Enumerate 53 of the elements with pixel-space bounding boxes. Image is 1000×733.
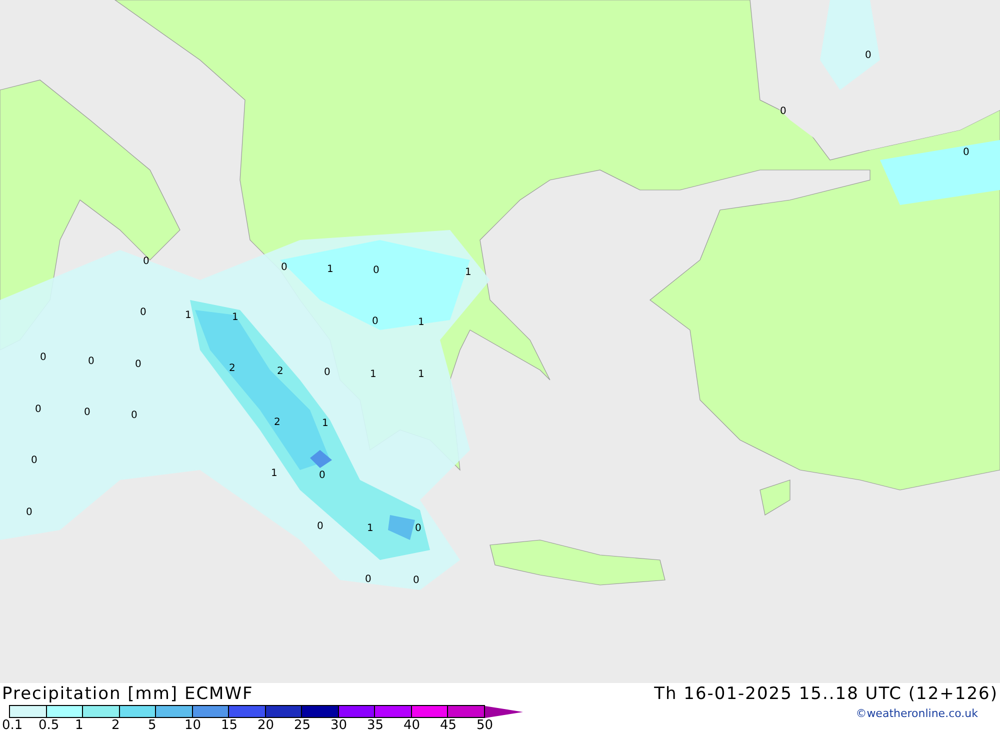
precipitation-value: 0 <box>373 264 380 278</box>
scale-label: 1 <box>75 718 84 733</box>
precipitation-value: 1 <box>327 263 334 277</box>
precipitation-value: 0 <box>365 573 372 587</box>
precipitation-value: 0 <box>35 403 42 417</box>
scale-label: 0.1 <box>2 718 24 733</box>
scale-label: 0.5 <box>38 718 60 733</box>
precipitation-value: 0 <box>131 409 138 423</box>
precipitation-value: 1 <box>322 417 328 431</box>
precipitation-value: 0 <box>413 574 420 588</box>
scale-label: 15 <box>221 718 239 733</box>
precipitation-value: 1 <box>185 309 192 323</box>
scale-label: 10 <box>184 718 202 733</box>
precipitation-value: 0 <box>40 351 46 365</box>
precipitation-value: 2 <box>277 365 284 379</box>
precipitation-value: 1 <box>367 522 374 536</box>
precipitation-value: 0 <box>140 306 146 320</box>
legend-title: Precipitation [mm] ECMWF <box>1 684 254 704</box>
precipitation-value: 0 <box>84 406 90 420</box>
precipitation-value: 0 <box>88 355 94 369</box>
scale-label: 25 <box>294 718 312 733</box>
precipitation-value: 0 <box>317 520 324 534</box>
precipitation-value: 2 <box>229 362 236 376</box>
precipitation-value: 0 <box>319 469 326 483</box>
precipitation-value: 1 <box>418 368 424 382</box>
scale-label: 40 <box>404 718 422 733</box>
scale-arrow-icon <box>484 706 522 718</box>
precipitation-value: 0 <box>415 522 422 536</box>
scale-label: 50 <box>476 718 494 733</box>
scale-label: 20 <box>258 718 276 733</box>
precipitation-value: 1 <box>271 467 278 481</box>
scale-label: 30 <box>330 718 348 733</box>
precipitation-value: 1 <box>418 316 424 330</box>
credit-link[interactable]: ©weatheronline.co.uk <box>856 705 1000 720</box>
precipitation-value: 0 <box>26 506 32 520</box>
precipitation-value: 0 <box>780 105 786 119</box>
scale-label: 35 <box>367 718 385 733</box>
precipitation-value: 1 <box>370 368 376 382</box>
precipitation-value: 0 <box>143 255 150 269</box>
precipitation-value: 0 <box>324 366 330 380</box>
scale-label: 5 <box>148 718 158 733</box>
precipitation-value: 2 <box>274 416 280 430</box>
scale-label: 2 <box>112 718 121 733</box>
precipitation-value: 0 <box>281 261 288 275</box>
precipitation-value: 1 <box>232 311 238 325</box>
scale-label: 45 <box>440 718 458 733</box>
precipitation-value: 0 <box>865 49 872 63</box>
precipitation-value: 0 <box>31 454 38 468</box>
valid-time: Th 16-01-2025 15..18 UTC (12+126) <box>654 684 999 704</box>
precipitation-value: 0 <box>963 146 970 160</box>
precipitation-value: 0 <box>135 358 142 372</box>
precipitation-value: 0 <box>372 315 378 329</box>
precipitation-value: 1 <box>465 266 472 280</box>
